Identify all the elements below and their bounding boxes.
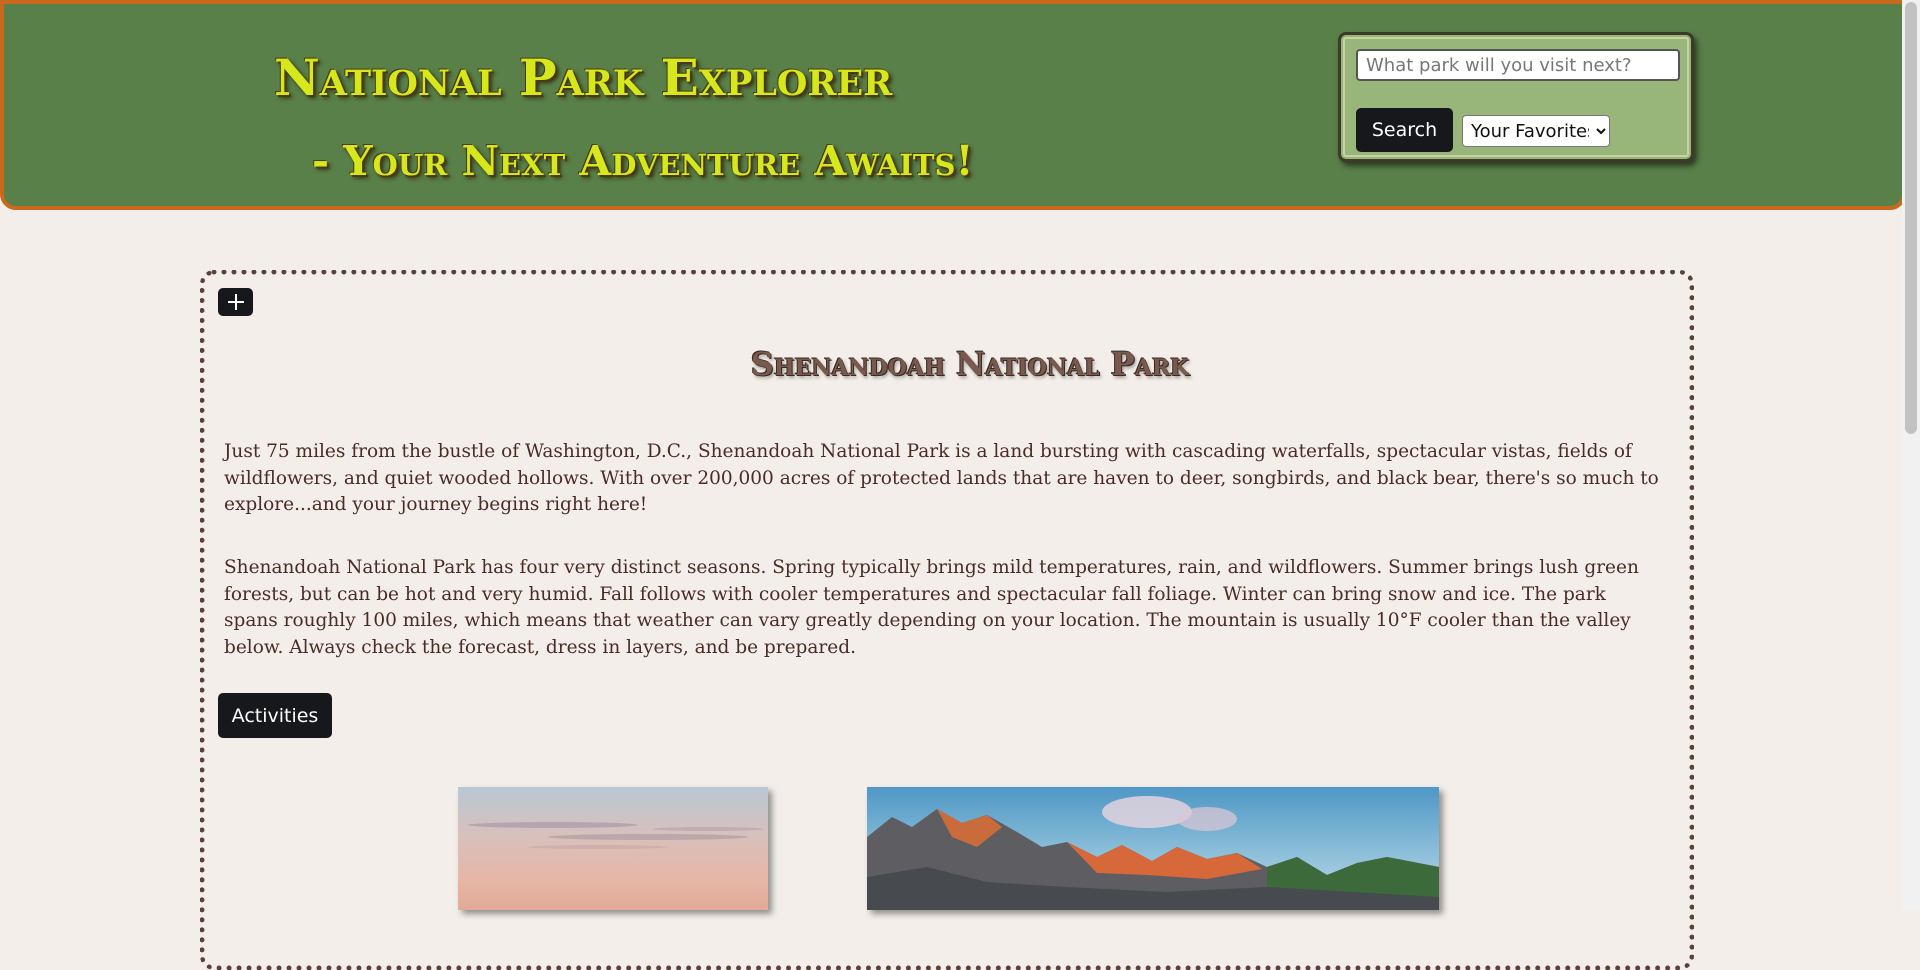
park-photo-sunset — [458, 787, 768, 910]
favorites-select[interactable]: Your Favorites — [1462, 115, 1610, 147]
search-panel: Search Your Favorites — [1338, 32, 1694, 162]
site-header: National Park Explorer - Your Next Adven… — [0, 0, 1906, 210]
park-description-intro: Just 75 miles from the bustle of Washing… — [224, 441, 1659, 515]
activities-button[interactable]: Activities — [218, 693, 332, 738]
search-button[interactable]: Search — [1356, 108, 1453, 152]
site-title: National Park Explorer — [274, 48, 893, 107]
park-photo-mountains — [867, 787, 1439, 910]
search-input[interactable] — [1356, 49, 1680, 81]
park-description-seasons: Shenandoah National Park has four very d… — [224, 557, 1639, 658]
sunset-clouds-image — [468, 822, 763, 849]
page-scrollbar[interactable] — [1902, 0, 1920, 910]
site-subtitle: - Your Next Adventure Awaits! — [312, 137, 974, 185]
park-title: Shenandoah National Park — [750, 345, 1190, 383]
mountain-peaks-image — [867, 796, 1439, 910]
scrollbar-thumb[interactable] — [1905, 2, 1917, 434]
add-favorite-button[interactable] — [218, 288, 253, 316]
plus-icon — [227, 294, 244, 310]
